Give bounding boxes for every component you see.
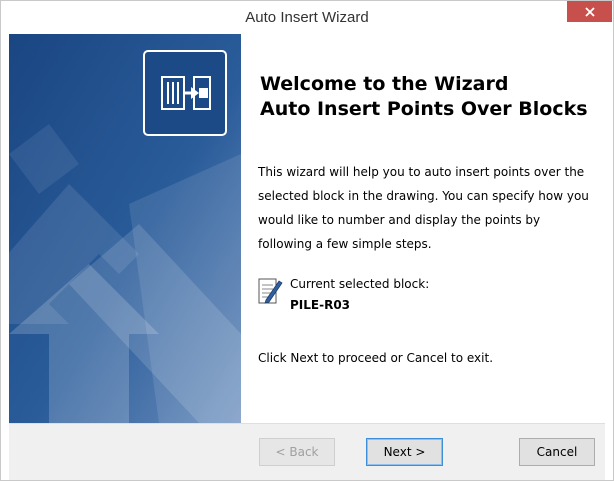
close-button[interactable]	[567, 1, 612, 22]
heading-line-2: Auto Insert Points Over Blocks	[260, 98, 588, 120]
current-block-name: PILE-R03	[290, 298, 351, 312]
wizard-description: This wizard will help you to auto insert…	[258, 165, 589, 251]
window-title: Auto Insert Wizard	[245, 9, 369, 26]
note-pencil-icon	[258, 278, 283, 304]
back-button[interactable]: < Back	[259, 438, 335, 466]
button-bar: < Back Next > Cancel	[9, 423, 605, 480]
heading-line-1: Welcome to the Wizard	[260, 73, 509, 95]
wizard-logo	[143, 50, 227, 136]
close-icon	[584, 6, 595, 17]
next-button[interactable]: Next >	[366, 438, 443, 466]
wizard-content: Welcome to the Wizard Auto Insert Points…	[241, 34, 605, 423]
instruction-text: Click Next to proceed or Cancel to exit.	[258, 351, 494, 365]
wizard-window: Auto Insert Wizard Welcome to the Wizard…	[0, 0, 614, 481]
cancel-button[interactable]: Cancel	[519, 438, 595, 466]
page-title: Welcome to the Wizard Auto Insert Points…	[260, 72, 600, 122]
insert-into-block-icon	[161, 76, 211, 110]
wizard-banner	[9, 34, 241, 423]
title-bar[interactable]: Auto Insert Wizard	[1, 1, 613, 34]
current-block-label: Current selected block:	[290, 277, 430, 291]
